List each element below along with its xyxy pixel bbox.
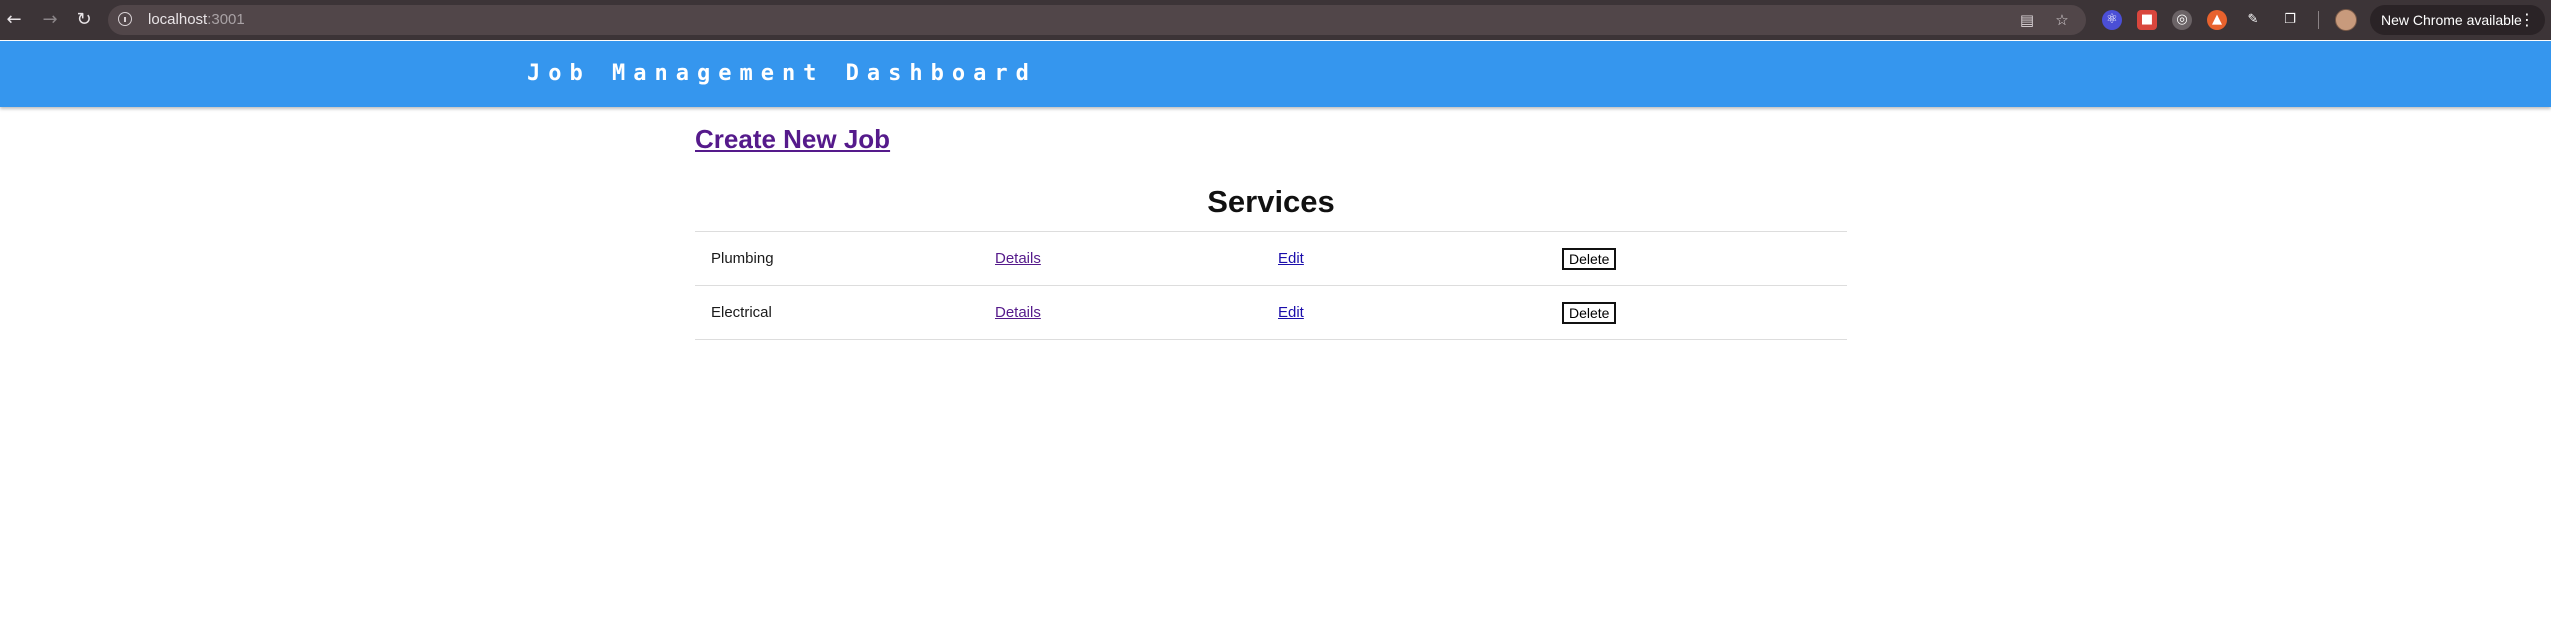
app-title: Job Management Dashboard [527,61,1037,86]
kebab-menu-icon[interactable]: ⋮ [2519,5,2535,35]
service-name: Electrical [695,285,979,340]
chrome-update-button[interactable]: New Chrome available ⋮ [2370,5,2545,35]
table-row: Electrical Details Edit Delete [695,285,1847,340]
details-link[interactable]: Details [995,304,1041,321]
details-link[interactable]: Details [995,250,1041,267]
update-label: New Chrome available [2381,12,2522,28]
eyedropper-icon[interactable]: ✎ [2243,10,2263,30]
edit-link[interactable]: Edit [1278,250,1304,267]
star-icon[interactable]: ☆ [2052,10,2072,30]
install-app-icon[interactable]: ▤ [2017,10,2037,30]
services-heading: Services [1207,184,1335,219]
service-name: Plumbing [695,231,979,286]
extension-circle-icon[interactable]: ◎ [2172,10,2192,30]
browser-toolbar: ← → ↻ localhost:3001 ▤ ☆ ⚛ ■ ◎ ▲ ✎ ❐ New… [0,0,2551,40]
edit-link[interactable]: Edit [1278,304,1304,321]
info-icon[interactable] [118,12,132,26]
create-new-job-link[interactable]: Create New Job [695,124,890,155]
address-bar[interactable]: localhost:3001 ▤ ☆ [108,5,2086,35]
forward-arrow-icon[interactable]: → [38,8,62,32]
extension-orange-icon[interactable]: ▲ [2207,10,2227,30]
table-row: Plumbing Details Edit Delete [695,231,1847,286]
toolbar-divider [2318,11,2319,29]
back-arrow-icon[interactable]: ← [2,8,26,32]
extension-react-icon[interactable]: ⚛ [2102,10,2122,30]
url-host: localhost [148,11,208,28]
delete-button[interactable]: Delete [1562,247,1617,270]
reload-icon[interactable]: ↻ [72,8,96,32]
services-table: Plumbing Details Edit Delete Electrical … [695,231,1847,340]
puzzle-icon[interactable]: ❐ [2280,10,2300,30]
profile-avatar[interactable] [2335,9,2357,31]
url-text[interactable]: localhost:3001 [148,5,245,35]
extension-red-icon[interactable]: ■ [2137,10,2157,30]
url-port: :3001 [207,11,245,28]
delete-button[interactable]: Delete [1562,301,1617,324]
app-header: Job Management Dashboard [0,41,2551,107]
